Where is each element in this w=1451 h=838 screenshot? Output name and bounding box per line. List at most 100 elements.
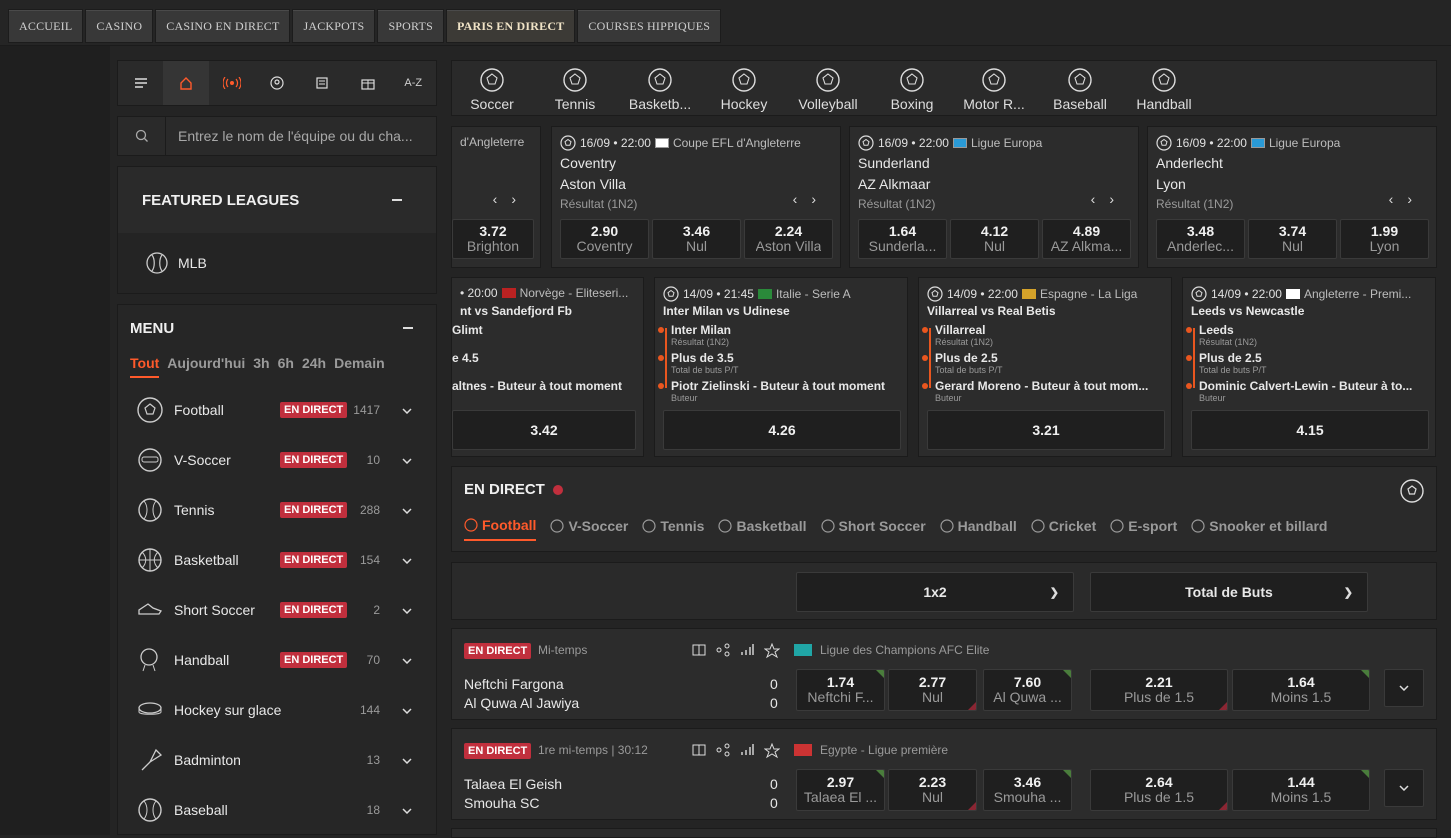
live-tab-v-soccer[interactable]: V-Soccer [550, 517, 628, 541]
odds-button[interactable]: 2.24 Aston Villa [744, 219, 833, 259]
sport-tab-4[interactable]: Volleyball [788, 61, 868, 112]
live-broadcast-icon[interactable] [209, 61, 254, 105]
chevron-down-icon[interactable] [402, 753, 412, 767]
match-card[interactable]: d'Angleterre ‹› 3.72 Brighton [451, 126, 541, 268]
filter-3h[interactable]: 3h [253, 355, 269, 378]
market-total-dropdown[interactable]: Total de Buts ❯ [1090, 572, 1368, 612]
sport-tab-7[interactable]: Baseball [1040, 61, 1120, 112]
search-input[interactable] [178, 126, 432, 146]
odds-button[interactable]: 2.90 Coventry [560, 219, 649, 259]
builder-odds-button[interactable]: 4.15 [1191, 410, 1429, 450]
nav-jackpots[interactable]: JACKPOTS [292, 9, 376, 43]
odds-button[interactable]: 7.60 Al Quwa ... [983, 669, 1072, 711]
odds-button[interactable]: 1.74 Neftchi F... [796, 669, 885, 711]
betslip-icon[interactable] [300, 61, 345, 105]
odds-button[interactable]: 2.97 Talaea El ... [796, 769, 885, 811]
featured-league-item[interactable]: MLB [118, 233, 436, 293]
odds-button[interactable]: 3.48 Anderlec... [1156, 219, 1245, 259]
chevron-down-icon[interactable] [402, 453, 412, 467]
carousel-arrows[interactable]: ‹› [1389, 191, 1426, 207]
builder-odds-button[interactable]: 4.26 [663, 410, 901, 450]
bet-builder-card[interactable]: • 20:00 Norvège - Eliteseri... nt vs Sande… [451, 277, 644, 457]
live-tab-e-sport[interactable]: E-sport [1110, 517, 1177, 541]
odds-button[interactable]: 2.23 Nul [888, 769, 977, 811]
odds-button[interactable]: 1.64 Moins 1.5 [1232, 669, 1370, 711]
sidebar-item-football[interactable]: Football EN DIRECT 1417 [118, 385, 436, 435]
nav-casino-en-direct[interactable]: CASINO EN DIRECT [155, 9, 291, 43]
live-tab-football[interactable]: Football [464, 517, 537, 541]
sidebar-item-basketball[interactable]: Basketball EN DIRECT 154 [118, 535, 436, 585]
market-1x2-dropdown[interactable]: 1x2 ❯ [796, 572, 1074, 612]
odds-button[interactable]: 3.46 Smouha ... [983, 769, 1072, 811]
sidebar-item-tennis[interactable]: Tennis EN DIRECT 288 [118, 485, 436, 535]
odds-button[interactable]: 1.64 Sunderla... [858, 219, 947, 259]
filter-6h[interactable]: 6h [278, 355, 294, 378]
chevron-down-icon[interactable] [402, 603, 412, 617]
live-tab-handball[interactable]: Handball [940, 517, 1017, 541]
sidebar-item-hockey-sur-glace[interactable]: Hockey sur glace 144 [118, 685, 436, 735]
odds-button[interactable]: 4.12 Nul [950, 219, 1039, 259]
live-event-row[interactable]: EN DIRECT Mi-temps Ligue des Champions AFC… [451, 628, 1437, 720]
odds-button[interactable]: 3.72 Brighton [452, 219, 534, 259]
live-tab-basketball[interactable]: Basketball [718, 517, 807, 541]
nav-courses-hippiques[interactable]: COURSES HIPPIQUES [577, 9, 722, 43]
live-tab-snooker-et-billard[interactable]: Snooker et billard [1191, 517, 1327, 541]
menu-icon[interactable] [118, 61, 163, 105]
sport-tab-1[interactable]: Tennis [535, 61, 615, 112]
sidebar-item-baseball[interactable]: Baseball 18 [118, 785, 436, 835]
filter-24h[interactable]: 24h [302, 355, 326, 378]
chevron-down-icon[interactable] [402, 703, 412, 717]
live-tab-tennis[interactable]: Tennis [642, 517, 704, 541]
nav-accueil[interactable]: ACCUEIL [8, 9, 84, 43]
odds-button[interactable]: 3.46 Nul [652, 219, 741, 259]
expand-chevron-icon[interactable] [1384, 669, 1424, 707]
chevron-down-icon[interactable] [402, 553, 412, 567]
nav-paris-en-direct[interactable]: PARIS EN DIRECT [445, 9, 576, 43]
chevron-down-icon[interactable] [402, 653, 412, 667]
az-icon[interactable]: A-Z [391, 61, 436, 105]
builder-odds-button[interactable]: 3.21 [927, 410, 1165, 450]
match-card[interactable]: 16/09 • 22:00 Coupe EFL d'Angleterre Coven… [551, 126, 841, 268]
odds-button[interactable]: 3.74 Nul [1248, 219, 1337, 259]
bet-builder-card[interactable]: 14/09 • 21:45 Italie - Serie A Inter Milan… [654, 277, 908, 457]
sport-tab-6[interactable]: Motor R... [954, 61, 1034, 112]
live-tab-short-soccer[interactable]: Short Soccer [820, 517, 926, 541]
collapse-icon[interactable] [403, 327, 413, 329]
carousel-arrows[interactable]: ‹› [1091, 191, 1128, 207]
nav-casino[interactable]: CASINO [85, 9, 154, 43]
soccer-ball-icon[interactable] [1400, 479, 1424, 503]
live-event-row[interactable] [451, 828, 1437, 838]
profile-icon[interactable] [254, 61, 299, 105]
match-card[interactable]: 16/09 • 22:00 Ligue Europa Anderlecht Lyon R… [1147, 126, 1437, 268]
sport-tab-3[interactable]: Hockey [704, 61, 784, 112]
carousel-arrows[interactable]: ‹› [493, 191, 530, 207]
filter-tout[interactable]: Tout [130, 355, 160, 378]
odds-button[interactable]: 1.44 Moins 1.5 [1232, 769, 1370, 811]
filter-today[interactable]: Aujourd'hui [167, 355, 245, 378]
bet-builder-card[interactable]: 14/09 • 22:00 Espagne - La Liga Villarreal… [918, 277, 1172, 457]
sidebar-item-badminton[interactable]: Badminton 13 [118, 735, 436, 785]
sidebar-item-handball[interactable]: Handball EN DIRECT 70 [118, 635, 436, 685]
sidebar-item-v-soccer[interactable]: V-Soccer EN DIRECT 10 [118, 435, 436, 485]
carousel-arrows[interactable]: ‹› [793, 191, 830, 207]
odds-button[interactable]: 4.89 AZ Alkma... [1042, 219, 1131, 259]
match-card[interactable]: 16/09 • 22:00 Ligue Europa Sunderland AZ Al… [849, 126, 1139, 268]
gift-icon[interactable] [345, 61, 390, 105]
chevron-down-icon[interactable] [402, 803, 412, 817]
live-tab-cricket[interactable]: Cricket [1031, 517, 1096, 541]
bet-builder-card[interactable]: 14/09 • 22:00 Angleterre - Premi... Leeds … [1182, 277, 1436, 457]
home-icon[interactable] [163, 61, 209, 105]
expand-chevron-icon[interactable] [1384, 769, 1424, 807]
filter-demain[interactable]: Demain [334, 355, 385, 378]
odds-button[interactable]: 2.64 Plus de 1.5 [1090, 769, 1228, 811]
live-event-row[interactable]: EN DIRECT 1re mi-temps | 30:12 Egypte - Li… [451, 728, 1437, 820]
odds-button[interactable]: 1.99 Lyon [1340, 219, 1429, 259]
builder-odds-button[interactable]: 3.42 [452, 410, 636, 450]
chevron-down-icon[interactable] [402, 403, 412, 417]
odds-button[interactable]: 2.77 Nul [888, 669, 977, 711]
sidebar-item-short-soccer[interactable]: Short Soccer EN DIRECT 2 [118, 585, 436, 635]
collapse-icon[interactable] [392, 199, 402, 201]
sport-tab-2[interactable]: Basketb... [620, 61, 700, 112]
sport-tab-0[interactable]: Soccer [452, 61, 532, 112]
sport-tab-8[interactable]: Handball [1124, 61, 1204, 112]
